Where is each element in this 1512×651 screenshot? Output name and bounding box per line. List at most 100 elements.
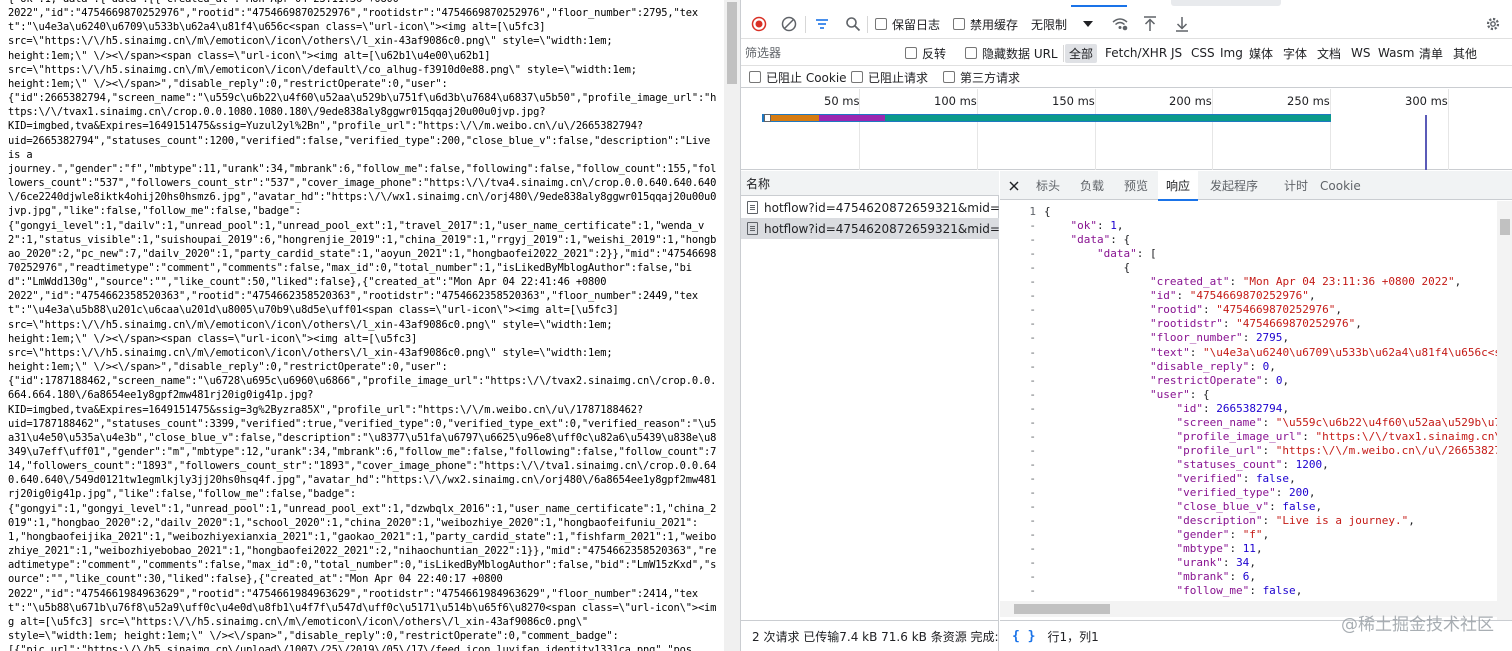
type-filter-fetch-xhr[interactable]: Fetch/XHR	[1105, 40, 1167, 66]
type-filter-other[interactable]: 其他	[1453, 40, 1477, 66]
tab-response[interactable]: 响应	[1158, 171, 1199, 201]
checkbox-box[interactable]	[875, 18, 887, 30]
filter-icon[interactable]	[814, 9, 830, 39]
network-toolbar: 保留日志 禁用缓存 无限制	[741, 9, 1512, 39]
network-conditions-icon[interactable]	[1111, 9, 1129, 39]
code-line: - "screen_name": "\u559c\u6b22\u4f60\u52…	[1000, 416, 1497, 430]
response-code-view[interactable]: 1{- "ok": 1, - "data": {- "data": [- {- "…	[1000, 201, 1497, 601]
checkbox-box[interactable]	[943, 71, 955, 83]
name-column-header[interactable]: 名称	[741, 171, 999, 196]
code-text: "profile_image_url": "https:\/\/tvax1.si…	[1176, 429, 1497, 443]
tab-timing[interactable]: 计时	[1278, 171, 1314, 200]
line-number: -	[1029, 317, 1036, 331]
request-name: hotflow?id=4754620872659321&mid=...	[764, 221, 999, 236]
code-line: - "profile_image_url": "https:\/\/tvax1.…	[1000, 430, 1497, 444]
timeline-tick-label: 200 ms	[1169, 94, 1212, 108]
scrollbar-thumb[interactable]	[1500, 219, 1510, 235]
code-line: - "verified_type": 200,	[1000, 486, 1497, 500]
search-icon[interactable]	[845, 9, 861, 39]
filter-bar: 反转 隐藏数据 URL 全部 Fetch/XHR JS CSS Img 媒体 字…	[741, 40, 1512, 66]
code-line: - {	[1000, 261, 1497, 275]
disable-cache-checkbox[interactable]: 禁用缓存	[953, 9, 1018, 39]
preserve-log-checkbox[interactable]: 保留日志	[875, 9, 940, 39]
document-icon	[747, 222, 758, 235]
line-number: -	[1029, 471, 1036, 485]
code-line: 1{	[1000, 205, 1497, 219]
timeline-overview[interactable]: 50 ms 100 ms 150 ms 200 ms 250 ms 300 ms	[741, 89, 1512, 170]
code-text: "rootid": "4754669870252976",	[1149, 303, 1343, 317]
scrollbar-thumb[interactable]	[1014, 604, 1110, 614]
request-row-selected[interactable]: hotflow?id=4754620872659321&mid=...	[741, 218, 999, 239]
tab-cookies[interactable]: Cookie	[1314, 171, 1367, 200]
invert-checkbox[interactable]: 反转	[905, 40, 946, 66]
type-filter-img[interactable]: Img	[1220, 40, 1243, 66]
type-filter-doc[interactable]: 文档	[1317, 40, 1341, 66]
blocked-cookies-checkbox[interactable]: 已阻止 Cookie	[749, 66, 847, 88]
code-text: "verified": false,	[1176, 471, 1296, 485]
gear-icon[interactable]	[1485, 9, 1501, 39]
active-panel-indicator	[1071, 5, 1127, 7]
type-filter-media[interactable]: 媒体	[1249, 40, 1273, 66]
code-text: "close_blue_v": false,	[1176, 500, 1323, 514]
pretty-print-icon[interactable]: { }	[1012, 629, 1035, 644]
checkbox-box[interactable]	[905, 47, 917, 59]
third-party-checkbox[interactable]: 第三方请求	[943, 66, 1020, 88]
filter-input[interactable]	[745, 43, 905, 63]
type-filter-manifest[interactable]: 清单	[1419, 40, 1443, 66]
timeline-ssl-bar	[819, 115, 885, 121]
line-number: -	[1029, 289, 1036, 303]
checkbox-box[interactable]	[953, 18, 965, 30]
code-text: "gender": "f",	[1176, 528, 1270, 542]
code-text: "profile_url": "https:\/\/m.weibo.cn\/u\…	[1176, 443, 1497, 457]
code-text: "user": {	[1149, 387, 1210, 401]
checkbox-box[interactable]	[965, 47, 977, 59]
code-vertical-scrollbar[interactable]	[1497, 201, 1512, 621]
type-filter-font[interactable]: 字体	[1283, 40, 1307, 66]
raw-scrollbar-thumb[interactable]	[727, 2, 737, 84]
checkbox-box[interactable]	[851, 71, 863, 83]
import-har-icon[interactable]	[1143, 9, 1157, 39]
blocked-filter-bar: 已阻止 Cookie 已阻止请求 第三方请求	[741, 66, 1512, 88]
code-text: "mbtype": 11,	[1176, 542, 1263, 556]
timeline-tick-label: 150 ms	[1052, 94, 1095, 108]
tab-preview[interactable]: 预览	[1118, 171, 1154, 200]
raw-scrollbar[interactable]	[724, 0, 740, 651]
code-line: - "user": {	[1000, 388, 1497, 402]
checkbox-box[interactable]	[749, 71, 761, 83]
line-number: -	[1029, 429, 1036, 443]
type-filter-ws[interactable]: WS	[1351, 40, 1370, 66]
code-line: - "follow_me": false,	[1000, 584, 1497, 598]
type-filter-js[interactable]: JS	[1171, 40, 1182, 66]
clear-icon[interactable]	[781, 9, 797, 39]
line-number: -	[1029, 247, 1036, 261]
code-line: - "rootid": "4754669870252976",	[1000, 303, 1497, 317]
type-filter-css[interactable]: CSS	[1191, 40, 1215, 66]
line-number: -	[1029, 443, 1036, 457]
code-line: - "rootidstr": "4754669870252976",	[1000, 317, 1497, 331]
cursor-position: 行1，列1	[1047, 629, 1099, 644]
timeline-tick-label: 250 ms	[1287, 94, 1330, 108]
request-row[interactable]: hotflow?id=4754620872659321&mid=47...	[741, 197, 999, 218]
tab-payload[interactable]: 负载	[1074, 171, 1110, 200]
line-number: -	[1029, 486, 1036, 499]
type-filter-wasm[interactable]: Wasm	[1378, 40, 1414, 66]
detail-tabs: 标头 负载 预览 响应 发起程序 计时 Cookie	[1000, 171, 1512, 201]
timeline-load-marker	[1425, 115, 1427, 170]
code-line: - "floor_number": 2795,	[1000, 331, 1497, 345]
code-text: "screen_name": "\u559c\u6b22\u4f60\u52aa…	[1176, 415, 1497, 429]
code-line: - "mbtype": 11,	[1000, 542, 1497, 556]
tab-initiator[interactable]: 发起程序	[1204, 171, 1264, 200]
panel-tab[interactable]	[1171, 0, 1281, 6]
blocked-requests-checkbox[interactable]: 已阻止请求	[851, 66, 928, 88]
close-icon[interactable]	[1006, 171, 1022, 200]
tab-headers[interactable]: 标头	[1030, 171, 1066, 200]
code-text: {	[1044, 261, 1131, 275]
hide-data-urls-checkbox[interactable]: 隐藏数据 URL	[965, 40, 1058, 66]
line-number: -	[1029, 457, 1036, 471]
throttling-select[interactable]: 无限制	[1031, 9, 1094, 39]
export-har-icon[interactable]	[1175, 9, 1189, 39]
type-filter-all[interactable]: 全部	[1065, 40, 1098, 66]
code-text: "description": "Live is a journey.",	[1176, 514, 1415, 528]
line-number: -	[1029, 345, 1036, 359]
record-icon[interactable]	[751, 9, 767, 39]
